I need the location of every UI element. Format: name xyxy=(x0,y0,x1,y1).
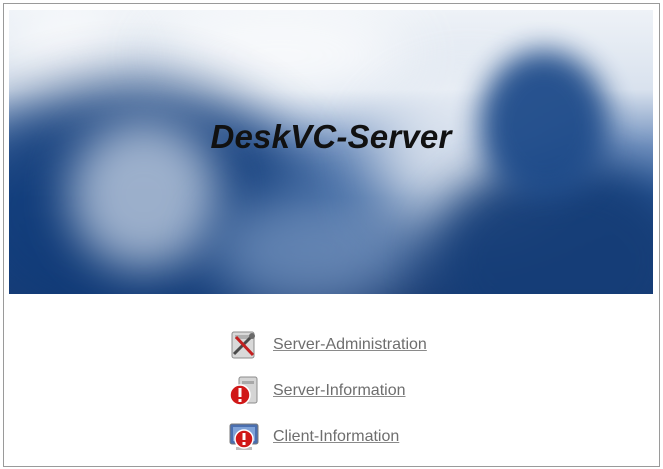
server-admin-icon xyxy=(227,328,261,362)
server-information-link[interactable]: Server-Information xyxy=(227,368,427,414)
server-info-icon xyxy=(227,374,261,408)
page-frame: DeskVC-Server Server-Administration Serv… xyxy=(3,3,660,467)
banner-photo-shape xyxy=(209,190,409,294)
page-title: DeskVC-Server xyxy=(210,118,452,155)
header-banner: DeskVC-Server xyxy=(9,10,653,294)
client-information-link[interactable]: Client-Information xyxy=(227,414,427,460)
server-information-label[interactable]: Server-Information xyxy=(273,382,406,400)
client-info-icon xyxy=(227,420,261,454)
server-administration-label[interactable]: Server-Administration xyxy=(273,336,427,354)
server-administration-link[interactable]: Server-Administration xyxy=(227,322,427,368)
client-information-label[interactable]: Client-Information xyxy=(273,428,399,446)
link-list: Server-Administration Server-Information xyxy=(227,322,427,460)
